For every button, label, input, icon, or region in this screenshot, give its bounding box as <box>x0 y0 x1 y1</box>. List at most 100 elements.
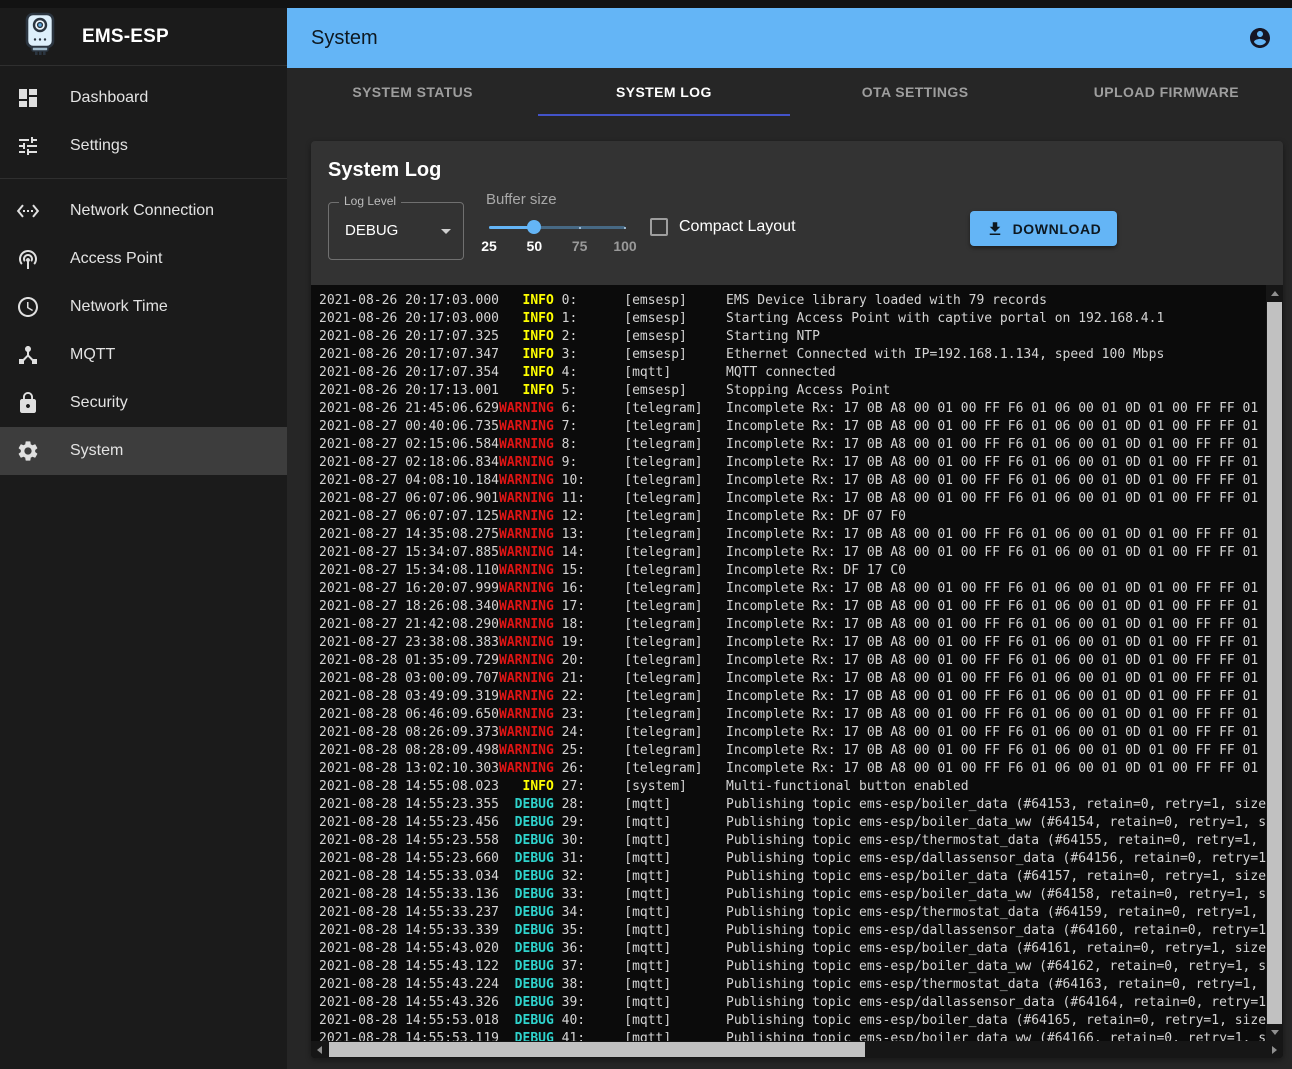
log-line: 2021-08-28 06:46:09.650WARNING 23: [tele… <box>319 706 1282 724</box>
log-line: 2021-08-28 14:55:23.456 DEBUG 29: [mqtt]… <box>319 814 1282 832</box>
scroll-down-button[interactable] <box>1266 1024 1283 1041</box>
log-line: 2021-08-26 20:17:13.001 INFO 5: [emsesp]… <box>319 382 1282 400</box>
log-line: 2021-08-27 02:18:06.834WARNING 9: [teleg… <box>319 454 1282 472</box>
log-line: 2021-08-27 21:42:08.290WARNING 18: [tele… <box>319 616 1282 634</box>
scroll-right-button[interactable] <box>1266 1041 1283 1058</box>
slider-mark-labels: 255075100 <box>489 238 625 254</box>
log-line: 2021-08-28 14:55:33.237 DEBUG 34: [mqtt]… <box>319 904 1282 922</box>
log-line: 2021-08-28 08:28:09.498WARNING 25: [tele… <box>319 742 1282 760</box>
app-window: EMS-ESP Dashboard Settings Network Connect… <box>0 0 1292 1069</box>
log-line: 2021-08-28 03:49:09.319WARNING 22: [tele… <box>319 688 1282 706</box>
checkbox-icon[interactable] <box>650 218 668 236</box>
sidebar-item-label: Access Point <box>70 250 162 268</box>
log-line: 2021-08-26 20:17:07.347 INFO 3: [emsesp]… <box>319 346 1282 364</box>
sidebar-item-dashboard[interactable]: Dashboard <box>0 74 287 122</box>
tab-ota-settings[interactable]: OTA SETTINGS <box>790 68 1041 116</box>
sidebar-item-network-connection[interactable]: Network Connection <box>0 187 287 235</box>
tab-system-status[interactable]: SYSTEM STATUS <box>287 68 538 116</box>
log-line: 2021-08-28 14:55:08.023 INFO 27: [system… <box>319 778 1282 796</box>
log-line: 2021-08-28 14:55:33.034 DEBUG 32: [mqtt]… <box>319 868 1282 886</box>
page-title: System <box>311 27 378 50</box>
log-line: 2021-08-27 18:26:08.340WARNING 17: [tele… <box>319 598 1282 616</box>
sidebar-item-label: Settings <box>70 137 128 155</box>
log-line: 2021-08-28 14:55:23.660 DEBUG 31: [mqtt]… <box>319 850 1282 868</box>
active-tab-indicator <box>538 114 789 116</box>
ethernet-icon <box>16 199 40 223</box>
tab-upload-firmware[interactable]: UPLOAD FIRMWARE <box>1041 68 1292 116</box>
dashboard-icon <box>16 86 40 110</box>
log-line: 2021-08-27 06:07:07.125WARNING 12: [tele… <box>319 508 1282 526</box>
horizontal-scrollbar[interactable] <box>311 1041 1283 1058</box>
download-icon <box>986 220 1004 238</box>
sidebar-item-label: MQTT <box>70 346 115 364</box>
slider-mark-dot <box>624 227 626 229</box>
tab-bar: SYSTEM STATUS SYSTEM LOG OTA SETTINGS UPLOA… <box>287 68 1292 116</box>
log-line: 2021-08-27 14:35:08.275WARNING 13: [tele… <box>319 526 1282 544</box>
slider-mark-dot <box>579 227 581 229</box>
download-button[interactable]: DOWNLOAD <box>970 211 1117 246</box>
log-line: 2021-08-28 14:55:43.326 DEBUG 39: [mqtt]… <box>319 994 1282 1012</box>
buffer-size-label: Buffer size <box>486 191 557 208</box>
slider-mark-label-25: 25 <box>481 238 497 254</box>
slider-mark-label-50: 50 <box>527 238 543 254</box>
log-line: 2021-08-28 14:55:33.136 DEBUG 33: [mqtt]… <box>319 886 1282 904</box>
tab-label: OTA SETTINGS <box>862 84 969 100</box>
log-level-select[interactable]: Log Level DEBUG <box>328 202 464 260</box>
slider-thumb[interactable] <box>527 220 541 234</box>
log-line: 2021-08-27 15:34:07.885WARNING 14: [tele… <box>319 544 1282 562</box>
sidebar-item-label: Security <box>70 394 128 412</box>
log-line: 2021-08-28 14:55:53.018 DEBUG 40: [mqtt]… <box>319 1012 1282 1030</box>
log-line: 2021-08-28 14:55:43.020 DEBUG 36: [mqtt]… <box>319 940 1282 958</box>
log-line: 2021-08-27 06:07:06.901WARNING 11: [tele… <box>319 490 1282 508</box>
log-line: 2021-08-28 14:55:23.355 DEBUG 28: [mqtt]… <box>319 796 1282 814</box>
sidebar-item-settings[interactable]: Settings <box>0 122 287 170</box>
sidebar-item-security[interactable]: Security <box>0 379 287 427</box>
sidebar-item-label: Dashboard <box>70 89 148 107</box>
log-line: 2021-08-26 20:17:07.325 INFO 2: [emsesp]… <box>319 328 1282 346</box>
scroll-up-button[interactable] <box>1266 285 1283 302</box>
tab-system-log[interactable]: SYSTEM LOG <box>538 68 789 116</box>
log-line: 2021-08-28 01:35:09.729WARNING 20: [tele… <box>319 652 1282 670</box>
sidebar-item-network-time[interactable]: Network Time <box>0 283 287 331</box>
panel-title: System Log <box>328 159 441 182</box>
sidebar-item-system[interactable]: System <box>0 427 287 475</box>
boiler-logo-icon <box>24 12 56 61</box>
lock-icon <box>16 391 40 415</box>
tune-icon <box>16 134 40 158</box>
sidebar-item-mqtt[interactable]: MQTT <box>0 331 287 379</box>
log-line: 2021-08-28 14:55:43.224 DEBUG 38: [mqtt]… <box>319 976 1282 994</box>
gear-icon <box>16 439 40 463</box>
sidebar-item-label: Network Connection <box>70 202 214 220</box>
top-strip <box>0 0 1292 8</box>
log-line: 2021-08-28 14:55:33.339 DEBUG 35: [mqtt]… <box>319 922 1282 940</box>
log-console: 2021-08-26 20:17:03.000 INFO 0: [emsesp]… <box>311 285 1283 1058</box>
log-line: 2021-08-27 04:08:10.184WARNING 10: [tele… <box>319 472 1282 490</box>
system-log-panel: System Log Log Level DEBUG Buffer size 2… <box>311 141 1283 1058</box>
device-hub-icon <box>16 343 40 367</box>
compact-layout-checkbox[interactable]: Compact Layout <box>650 209 796 245</box>
log-line: 2021-08-28 14:55:23.558 DEBUG 30: [mqtt]… <box>319 832 1282 850</box>
sidebar-header: EMS-ESP <box>0 0 287 66</box>
sidebar-item-access-point[interactable]: Access Point <box>0 235 287 283</box>
log-lines: 2021-08-26 20:17:03.000 INFO 0: [emsesp]… <box>319 292 1282 1048</box>
slider-mark-label-100: 100 <box>613 238 636 254</box>
scroll-left-button[interactable] <box>311 1041 328 1058</box>
tab-label: SYSTEM STATUS <box>352 84 473 100</box>
download-button-label: DOWNLOAD <box>1013 221 1102 237</box>
buffer-size-slider[interactable] <box>489 219 625 235</box>
log-line: 2021-08-28 13:02:10.303WARNING 26: [tele… <box>319 760 1282 778</box>
sidebar: EMS-ESP Dashboard Settings Network Connect… <box>0 0 287 1069</box>
horizontal-scrollbar-thumb[interactable] <box>329 1042 865 1057</box>
slider-mark-label-75: 75 <box>572 238 588 254</box>
log-line: 2021-08-26 20:17:03.000 INFO 1: [emsesp]… <box>319 310 1282 328</box>
tab-label: SYSTEM LOG <box>616 84 712 100</box>
log-level-value: DEBUG <box>345 222 398 239</box>
log-line: 2021-08-27 00:40:06.735WARNING 7: [teleg… <box>319 418 1282 436</box>
vertical-scrollbar-thumb[interactable] <box>1267 302 1282 1024</box>
log-line: 2021-08-27 15:34:08.110WARNING 15: [tele… <box>319 562 1282 580</box>
chevron-down-icon <box>441 229 451 234</box>
app-bar: System <box>287 8 1292 68</box>
log-line: 2021-08-28 08:26:09.373WARNING 24: [tele… <box>319 724 1282 742</box>
account-circle-icon[interactable] <box>1248 26 1272 50</box>
vertical-scrollbar[interactable] <box>1266 285 1283 1041</box>
